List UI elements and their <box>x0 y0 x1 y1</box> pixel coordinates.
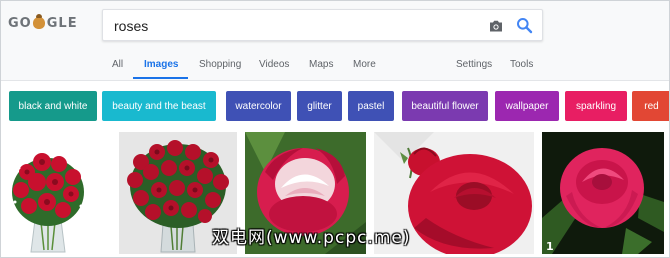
tab-tools[interactable]: Tools <box>510 59 533 70</box>
search-header: G O G L E roses All Images Shopping Vide… <box>1 1 669 81</box>
search-input[interactable]: roses <box>102 9 543 41</box>
google-image-search-window: G O G L E roses All Images Shopping Vide… <box>0 0 670 258</box>
chip-wallpaper[interactable]: wallpaper <box>495 91 559 121</box>
chip-black-and-white[interactable]: black and white <box>9 91 97 121</box>
logo-letter-g2: G <box>46 15 58 31</box>
chip-beauty-and-the-beast[interactable]: beauty and the beast <box>102 91 216 121</box>
svg-text:1: 1 <box>546 240 554 253</box>
image-result-bouquet-vase[interactable] <box>5 132 91 254</box>
acorn-icon <box>32 14 45 29</box>
tab-shopping[interactable]: Shopping <box>199 59 241 70</box>
chip-sparkling[interactable]: sparkling <box>565 91 627 121</box>
logo-letter-e: E <box>67 15 77 31</box>
google-logo[interactable]: G O G L E <box>8 14 77 32</box>
chip-red[interactable]: red <box>632 91 669 121</box>
chip-pastel[interactable]: pastel <box>348 91 394 121</box>
logo-letter-l: L <box>58 15 67 31</box>
watermark-text: 双电网(www.pcpc.me) <box>212 228 411 248</box>
tab-settings[interactable]: Settings <box>456 59 492 70</box>
chip-glitter[interactable]: glitter <box>297 91 342 121</box>
search-tabs: All Images Shopping Videos Maps More Set… <box>1 53 669 81</box>
tab-all[interactable]: All <box>112 59 123 70</box>
tab-maps[interactable]: Maps <box>309 59 333 70</box>
tab-images[interactable]: Images <box>144 59 178 70</box>
active-tab-indicator <box>133 77 188 79</box>
search-query: roses <box>114 18 149 34</box>
tab-more[interactable]: More <box>353 59 376 70</box>
related-search-chips: black and white beauty and the beast wat… <box>1 81 669 129</box>
chip-beautiful-flower[interactable]: beautiful flower <box>402 91 488 121</box>
camera-icon[interactable] <box>488 18 504 34</box>
image-result-pink-rose-dark[interactable]: 1 <box>542 132 664 254</box>
logo-letter-o: O <box>19 15 31 31</box>
logo-letter-g: G <box>8 15 19 31</box>
search-icon[interactable] <box>516 17 533 34</box>
chip-watercolor[interactable]: watercolor <box>226 91 291 121</box>
tab-videos[interactable]: Videos <box>259 59 289 70</box>
